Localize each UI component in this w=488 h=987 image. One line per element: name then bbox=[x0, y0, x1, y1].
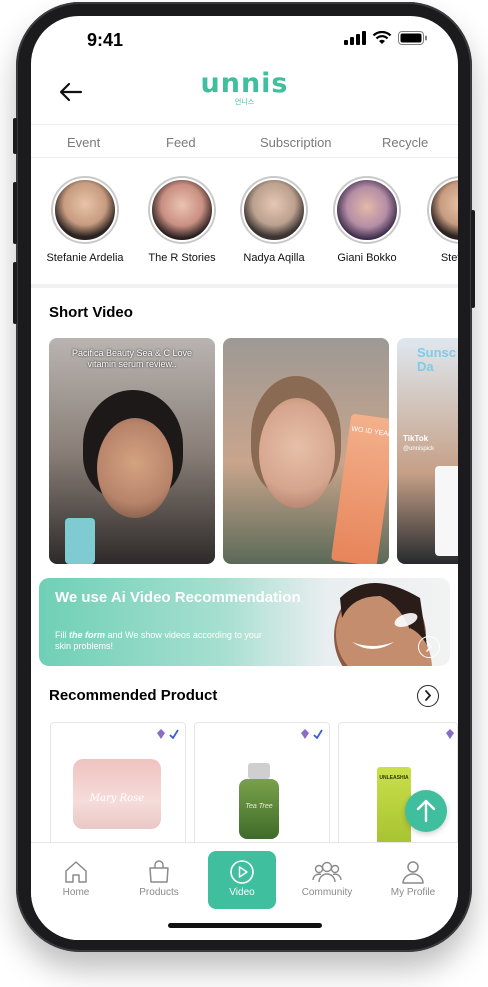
nav-label: Community bbox=[301, 887, 353, 898]
battery-icon bbox=[398, 31, 427, 45]
status-icons bbox=[344, 31, 428, 45]
tiktok-label: TikTok bbox=[403, 434, 429, 443]
avatar bbox=[53, 178, 117, 242]
ai-recommendation-banner[interactable]: We use Ai Video Recommendation Fill the … bbox=[39, 578, 450, 666]
product-bottle-cap bbox=[248, 763, 270, 779]
nav-label: Video bbox=[229, 887, 255, 898]
nav-my-profile[interactable]: My Profile bbox=[373, 857, 453, 898]
tube-label: WO ID YEAR bbox=[350, 425, 389, 439]
phone-volume-down bbox=[13, 262, 17, 324]
banner-form-link[interactable]: the form bbox=[69, 630, 105, 640]
serum-bottle bbox=[65, 518, 95, 564]
category-tabs: Event Feed Subscription Recycle bbox=[31, 124, 458, 158]
video-thumbnail-face bbox=[97, 418, 173, 518]
story-name: Stefanie bbox=[440, 252, 458, 264]
tab-subscription[interactable]: Subscription bbox=[260, 135, 332, 150]
video-caption: Pacifica Beauty Sea & C Love vitamin ser… bbox=[71, 348, 193, 370]
certified-badge-icon bbox=[446, 729, 454, 739]
phone-power-button bbox=[471, 210, 475, 308]
scroll-to-top-button[interactable] bbox=[405, 790, 447, 832]
avatar bbox=[242, 178, 306, 242]
home-indicator bbox=[168, 923, 322, 928]
bottle-label: Tea Tree bbox=[245, 803, 273, 810]
certified-badge-icon bbox=[157, 729, 165, 739]
story-item[interactable]: Giani Bokko bbox=[317, 176, 417, 264]
story-item[interactable]: Stefanie bbox=[411, 176, 458, 264]
nav-products[interactable]: Products bbox=[119, 857, 199, 898]
play-icon bbox=[230, 860, 254, 884]
people-icon bbox=[312, 861, 342, 883]
product-card[interactable]: Tea Tree bbox=[194, 722, 330, 852]
banner-title: We use Ai Video Recommendation bbox=[55, 589, 301, 606]
app-header: unnis 언니스 bbox=[31, 64, 458, 124]
story-ring bbox=[333, 176, 401, 244]
phone-mute-switch bbox=[13, 118, 17, 154]
status-time: 9:41 bbox=[87, 30, 124, 50]
tab-event[interactable]: Event bbox=[67, 135, 100, 150]
product-badges bbox=[156, 729, 179, 739]
nav-home[interactable]: Home bbox=[36, 857, 116, 898]
banner-description: Fill the form and We show videos accordi… bbox=[55, 630, 265, 653]
signal-icon bbox=[344, 31, 366, 45]
person-icon bbox=[402, 861, 424, 884]
video-brand-text: Sunsc Da bbox=[417, 345, 457, 375]
section-divider bbox=[31, 284, 458, 288]
short-video-title: Short Video bbox=[49, 304, 133, 321]
product-box bbox=[435, 466, 458, 556]
tab-feed[interactable]: Feed bbox=[166, 135, 196, 150]
story-item[interactable]: The R Stories bbox=[132, 176, 232, 264]
app-logo[interactable]: unnis 언니스 bbox=[31, 68, 458, 107]
recommended-product-title: Recommended Product bbox=[49, 687, 218, 704]
tube-brand: UNLEASHIA bbox=[379, 775, 409, 781]
bag-icon bbox=[149, 860, 169, 883]
product-badges bbox=[300, 729, 323, 739]
product-card[interactable]: Mary Rose bbox=[50, 722, 186, 852]
story-ring bbox=[148, 176, 216, 244]
story-item[interactable]: Stefanie Ardelia bbox=[35, 176, 135, 264]
nav-label: Home bbox=[62, 887, 90, 898]
banner-desc-prefix: Fill bbox=[55, 630, 69, 640]
phone-volume-up bbox=[13, 182, 17, 244]
video-card[interactable]: Sunsc Da TikTok @unnispick bbox=[397, 338, 458, 564]
avatar bbox=[150, 178, 214, 242]
logo-text: unnis bbox=[200, 68, 289, 99]
check-badge-icon bbox=[169, 729, 179, 739]
product-badges bbox=[445, 729, 455, 739]
product-card[interactable]: UNLEASHIA bbox=[338, 722, 458, 852]
video-card[interactable]: Pacifica Beauty Sea & C Love vitamin ser… bbox=[49, 338, 215, 564]
bottom-navigation: Home Products Video Community My Profile bbox=[31, 842, 458, 940]
nav-label: Products bbox=[139, 887, 179, 898]
jar-label: Mary Rose bbox=[89, 793, 145, 804]
video-thumbnail-face bbox=[259, 398, 335, 508]
video-card[interactable]: WO ID YEAR bbox=[223, 338, 389, 564]
check-badge-icon bbox=[313, 729, 323, 739]
product-bottle-image: Tea Tree bbox=[239, 779, 279, 839]
home-icon bbox=[65, 861, 87, 883]
avatar bbox=[429, 178, 458, 242]
tab-recycle[interactable]: Recycle bbox=[382, 135, 428, 150]
tiktok-handle: @unnispick bbox=[403, 446, 435, 452]
avatar bbox=[335, 178, 399, 242]
app-screen: 9:41 unnis 언니스 Event Feed Subscription R… bbox=[31, 16, 458, 940]
nav-video[interactable]: Video bbox=[202, 857, 282, 898]
story-item[interactable]: Nadya Aqilla bbox=[224, 176, 324, 264]
story-name: Stefanie Ardelia bbox=[46, 252, 124, 264]
chevron-right-icon[interactable] bbox=[417, 685, 439, 707]
nav-label: My Profile bbox=[390, 887, 436, 898]
status-bar: 9:41 bbox=[31, 16, 458, 64]
story-ring bbox=[240, 176, 308, 244]
story-ring bbox=[427, 176, 458, 244]
arrow-up-icon bbox=[416, 799, 436, 823]
certified-badge-icon bbox=[301, 729, 309, 739]
story-name: Giani Bokko bbox=[337, 252, 397, 264]
product-jar-image: Mary Rose bbox=[73, 759, 161, 829]
wifi-icon bbox=[372, 31, 392, 44]
chevron-right-icon[interactable] bbox=[418, 636, 440, 658]
nav-community[interactable]: Community bbox=[287, 857, 367, 898]
story-name: Nadya Aqilla bbox=[243, 252, 305, 264]
story-name: The R Stories bbox=[148, 252, 216, 264]
creator-stories: Stefanie Ardelia The R Stories Nadya Aqi… bbox=[31, 176, 458, 286]
logo-subtext: 언니스 bbox=[234, 99, 255, 106]
story-ring bbox=[51, 176, 119, 244]
